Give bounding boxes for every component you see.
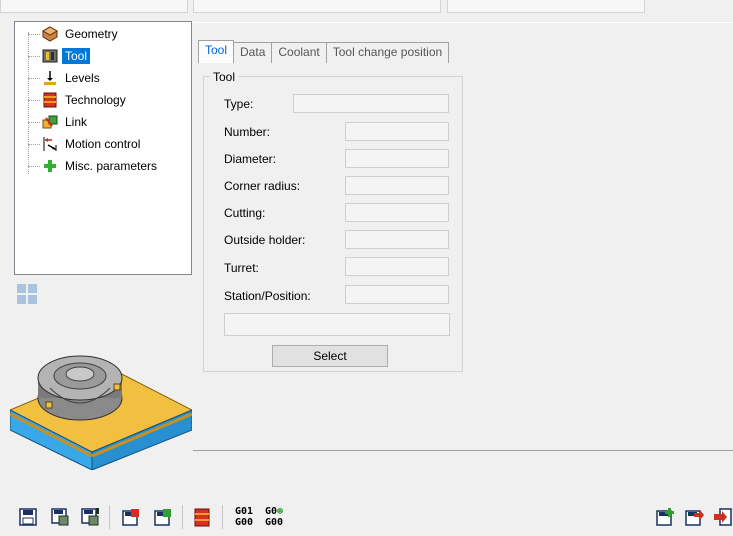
outside-holder-field[interactable]	[345, 230, 449, 249]
cutting-label: Cutting:	[224, 206, 266, 220]
tree-item-levels[interactable]: Levels	[15, 68, 103, 88]
tab-data[interactable]: Data	[233, 42, 273, 63]
tab-tool[interactable]: Tool	[198, 40, 235, 63]
turret-field[interactable]	[345, 257, 449, 276]
toolbar-separator	[182, 505, 183, 529]
parameter-tabs: Tool Data Coolant Tool change position	[198, 40, 450, 63]
outside-holder-label: Outside holder:	[224, 233, 306, 247]
tab-coolant[interactable]: Coolant	[271, 42, 327, 63]
station-position-field[interactable]	[345, 285, 449, 304]
tree-item-label: Link	[65, 115, 88, 129]
g01-g00-button[interactable]: G01 G00	[235, 506, 253, 528]
gcode-bottom: G00	[265, 517, 284, 528]
export-green-icon[interactable]	[153, 507, 173, 527]
select-button[interactable]: Select	[272, 345, 388, 367]
top-field-left	[0, 0, 188, 13]
corner-radius-label: Corner radius:	[224, 179, 301, 193]
cutting-field[interactable]	[345, 203, 449, 222]
technology-toolbar-icon[interactable]	[192, 507, 212, 527]
panel-divider	[193, 450, 733, 451]
exit-icon[interactable]	[712, 507, 732, 527]
number-field[interactable]	[345, 122, 449, 141]
misc-parameters-icon	[44, 160, 56, 172]
operation-tree[interactable]: Geometry Tool Levels Technology Link Mot…	[14, 21, 192, 275]
toolbar-separator	[222, 505, 223, 529]
tool-icon	[42, 49, 58, 63]
tree-item-label: Motion control	[65, 137, 141, 151]
geometry-icon	[42, 26, 58, 42]
top-field-middle	[193, 0, 441, 13]
tree-item-link[interactable]: Link	[15, 112, 90, 132]
gcode-top: G0⊛	[265, 506, 284, 517]
gcode-top: G01	[235, 506, 254, 517]
tree-item-geometry[interactable]: Geometry	[15, 24, 121, 44]
motion-control-icon	[43, 137, 57, 151]
layout-grid-icon[interactable]	[17, 284, 37, 304]
tree-item-label: Tool	[62, 48, 91, 64]
corner-radius-field[interactable]	[345, 176, 449, 195]
tree-item-label: Misc. parameters	[65, 159, 158, 173]
tool-preview-image	[10, 355, 192, 470]
tool-description-field[interactable]	[224, 313, 450, 336]
toolbar-separator	[109, 505, 110, 529]
tab-tool-change-position[interactable]: Tool change position	[325, 42, 450, 63]
diameter-label: Diameter:	[224, 152, 277, 166]
move-operation-icon[interactable]	[684, 507, 704, 527]
diameter-field[interactable]	[345, 149, 449, 168]
save-calc-icon[interactable]	[80, 507, 100, 527]
turret-label: Turret:	[224, 261, 259, 275]
g0-g00-button[interactable]: G0⊛ G00	[265, 506, 283, 528]
save-icon[interactable]	[18, 507, 38, 527]
station-position-label: Station/Position:	[224, 289, 311, 303]
levels-icon	[44, 71, 56, 85]
technology-icon	[43, 92, 57, 108]
type-label: Type:	[224, 97, 254, 111]
type-field[interactable]	[293, 94, 449, 113]
add-operation-icon[interactable]	[655, 507, 675, 527]
gcode-bottom: G00	[235, 517, 254, 528]
export-red-icon[interactable]	[121, 507, 141, 527]
tree-item-tool[interactable]: Tool	[15, 46, 91, 66]
save-all-icon[interactable]	[50, 507, 70, 527]
link-icon	[42, 115, 58, 129]
tree-item-misc-parameters[interactable]: Misc. parameters	[15, 156, 160, 176]
number-label: Number:	[224, 125, 271, 139]
gear-icon: ⊛	[277, 506, 284, 517]
tree-item-label: Geometry	[65, 27, 118, 41]
tree-item-motion-control[interactable]: Motion control	[15, 134, 143, 154]
tree-item-label: Technology	[65, 93, 126, 107]
groupbox-title: Tool	[210, 70, 239, 84]
top-field-right	[447, 0, 645, 13]
tree-item-technology[interactable]: Technology	[15, 90, 129, 110]
tree-item-label: Levels	[65, 71, 100, 85]
